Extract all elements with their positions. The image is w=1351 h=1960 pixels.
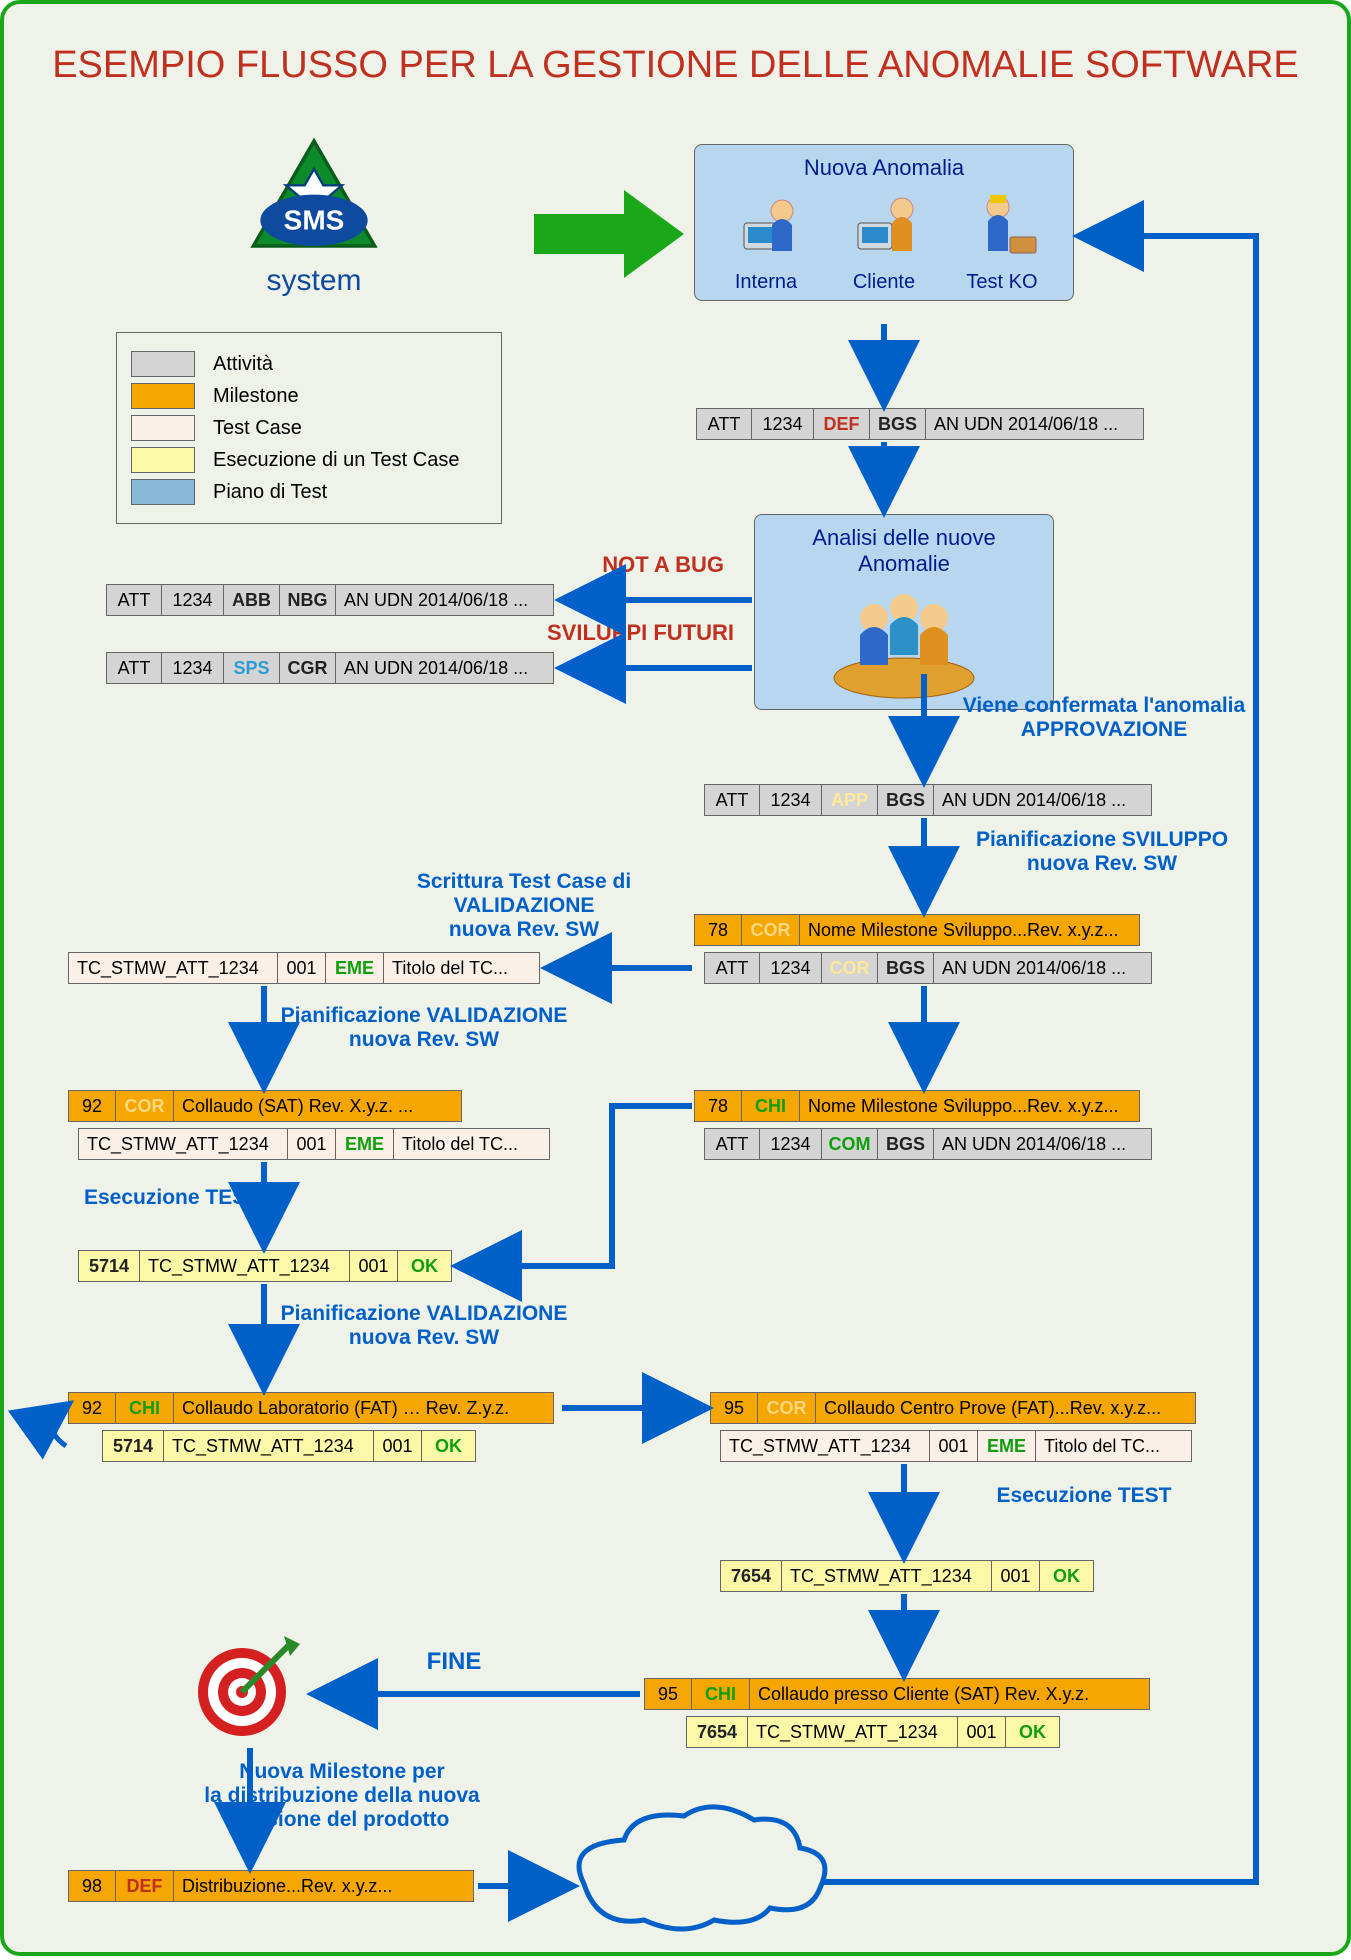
rec-tc1: TC_STMW_ATT_1234 001 EME Titolo del TC..… <box>68 952 540 984</box>
node-new-anomaly: Nuova Anomalia Interna Cliente Test KO <box>694 144 1074 301</box>
label-approve: Viene confermata l'anomaliaAPPROVAZIONE <box>944 694 1264 742</box>
diagram-canvas: ESEMPIO FLUSSO PER LA GESTIONE DELLE ANO… <box>0 0 1351 1956</box>
legend-testcase: Test Case <box>131 415 487 441</box>
sms-logo: SMS system <box>224 134 404 298</box>
rec-ms2: 92 COR Collaudo (SAT) Rev. X.y.z. ... <box>68 1090 462 1122</box>
node-analysis: Analisi delle nuove Anomalie <box>754 514 1054 710</box>
opt-testko: Test KO <box>962 187 1042 294</box>
rec-att-def: ATT 1234 DEF BGS AN UDN 2014/06/18 ... <box>696 408 1144 440</box>
rec-ms4: 92 CHI Collaudo Laboratorio (FAT) … Rev.… <box>68 1392 554 1424</box>
svg-text:SMS: SMS <box>284 205 345 236</box>
rec-cgr: ATT 1234 SPS CGR AN UDN 2014/06/18 ... <box>106 652 554 684</box>
legend: Attività Milestone Test Case Esecuzione … <box>116 332 502 524</box>
rec-ex2: 5714 TC_STMW_ATT_1234 001 OK <box>102 1430 476 1462</box>
rec-ms1: 78 COR Nome Milestone Sviluppo...Rev. x.… <box>694 914 1140 946</box>
legend-activity: Attività <box>131 351 487 377</box>
label-write: Scrittura Test Case diVALIDAZIONEnuova R… <box>384 870 664 942</box>
label-newms: Nuova Milestone perla distribuzione dell… <box>172 1760 512 1832</box>
rec-tc2: TC_STMW_ATT_1234 001 EME Titolo del TC..… <box>78 1128 550 1160</box>
rec-ms5: 95 COR Collaudo Centro Prove (FAT)...Rev… <box>710 1392 1196 1424</box>
label-fine: FINE <box>394 1648 514 1676</box>
label-valid2: Pianificazione VALIDAZIONEnuova Rev. SW <box>264 1302 584 1350</box>
opt-cliente: Cliente <box>844 187 924 294</box>
label-notabug: NOT A BUG <box>534 552 724 578</box>
target-icon <box>190 1624 310 1744</box>
legend-exec: Esecuzione di un Test Case <box>131 447 487 473</box>
continue-text: Continua... <box>624 1862 789 1899</box>
node-new-anomaly-title: Nuova Anomalia <box>707 155 1061 181</box>
page-title: ESEMPIO FLUSSO PER LA GESTIONE DELLE ANO… <box>4 44 1347 87</box>
rec-cor: ATT 1234 COR BGS AN UDN 2014/06/18 ... <box>704 952 1152 984</box>
label-exec: Esecuzione TEST <box>84 1186 284 1210</box>
rec-ms7: 98 DEF Distribuzione...Rev. x.y.z... <box>68 1870 474 1902</box>
label-valid1: Pianificazione VALIDAZIONEnuova Rev. SW <box>264 1004 584 1052</box>
opt-interna: Interna <box>726 187 806 294</box>
rec-nbg: ATT 1234 ABB NBG AN UDN 2014/06/18 ... <box>106 584 554 616</box>
rec-ex3: 7654 TC_STMW_ATT_1234 001 OK <box>720 1560 1094 1592</box>
rec-app: ATT 1234 APP BGS AN UDN 2014/06/18 ... <box>704 784 1152 816</box>
legend-milestone: Milestone <box>131 383 487 409</box>
rec-tc3: TC_STMW_ATT_1234 001 EME Titolo del TC..… <box>720 1430 1192 1462</box>
rec-com: ATT 1234 COM BGS AN UDN 2014/06/18 ... <box>704 1128 1152 1160</box>
label-plansv: Pianificazione SVILUPPOnuova Rev. SW <box>952 828 1252 876</box>
label-exec2: Esecuzione TEST <box>924 1484 1244 1508</box>
node-analysis-title: Analisi delle nuove Anomalie <box>767 525 1041 577</box>
rec-ms3: 78 CHI Nome Milestone Sviluppo...Rev. x.… <box>694 1090 1140 1122</box>
legend-plan: Piano di Test <box>131 479 487 505</box>
rec-ms6: 95 CHI Collaudo presso Cliente (SAT) Rev… <box>644 1678 1150 1710</box>
label-future: SVILUPPI FUTURI <box>512 620 734 646</box>
rec-ex4: 7654 TC_STMW_ATT_1234 001 OK <box>686 1716 1060 1748</box>
rec-ex1: 5714 TC_STMW_ATT_1234 001 OK <box>78 1250 452 1282</box>
